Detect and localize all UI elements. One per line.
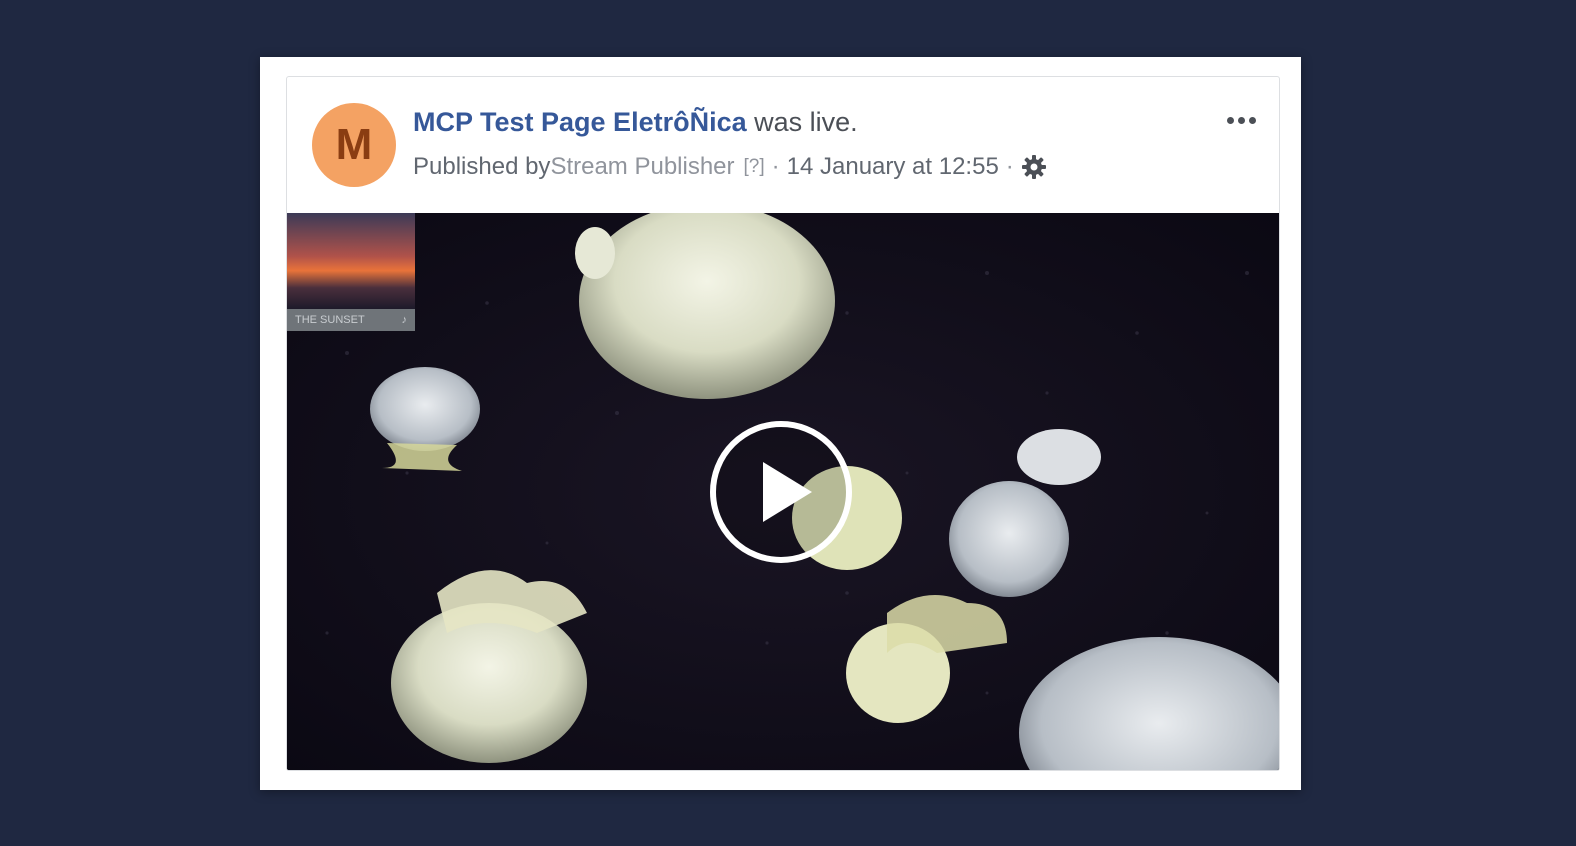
- thumbnail-bar: THE SUNSET ♪: [287, 309, 415, 331]
- post-meta: Published by Stream Publisher [?] · 14 J…: [413, 153, 1047, 181]
- help-link[interactable]: [?]: [744, 156, 765, 178]
- status-text: was live.: [746, 107, 858, 137]
- avatar-letter: M: [335, 120, 373, 169]
- post-header: M MCP Test Page EletrôÑica was live. Pub…: [287, 77, 1279, 213]
- play-icon[interactable]: [708, 419, 854, 565]
- publisher-link[interactable]: Stream Publisher: [550, 153, 734, 181]
- thumbnail-caption: THE SUNSET: [295, 314, 365, 326]
- video-player[interactable]: THE SUNSET ♪: [287, 213, 1279, 770]
- timestamp-link[interactable]: 14 January at 12:55: [787, 153, 999, 181]
- gear-icon[interactable]: [1021, 154, 1047, 180]
- music-note-icon: ♪: [401, 314, 408, 326]
- avatar[interactable]: M: [312, 103, 396, 187]
- post-title: MCP Test Page EletrôÑica was live.: [413, 107, 858, 138]
- feed-post: M MCP Test Page EletrôÑica was live. Pub…: [286, 76, 1280, 771]
- post-frame: M MCP Test Page EletrôÑica was live. Pub…: [260, 57, 1301, 790]
- thumbnail[interactable]: THE SUNSET ♪: [287, 213, 415, 335]
- more-options-icon[interactable]: [1221, 105, 1261, 135]
- sunset-thumbnail-art: [287, 213, 415, 309]
- separator: ·: [1005, 153, 1014, 180]
- published-by-label: Published by: [413, 153, 551, 180]
- page-name-link[interactable]: MCP Test Page EletrôÑica: [413, 107, 747, 137]
- separator: ·: [771, 153, 780, 180]
